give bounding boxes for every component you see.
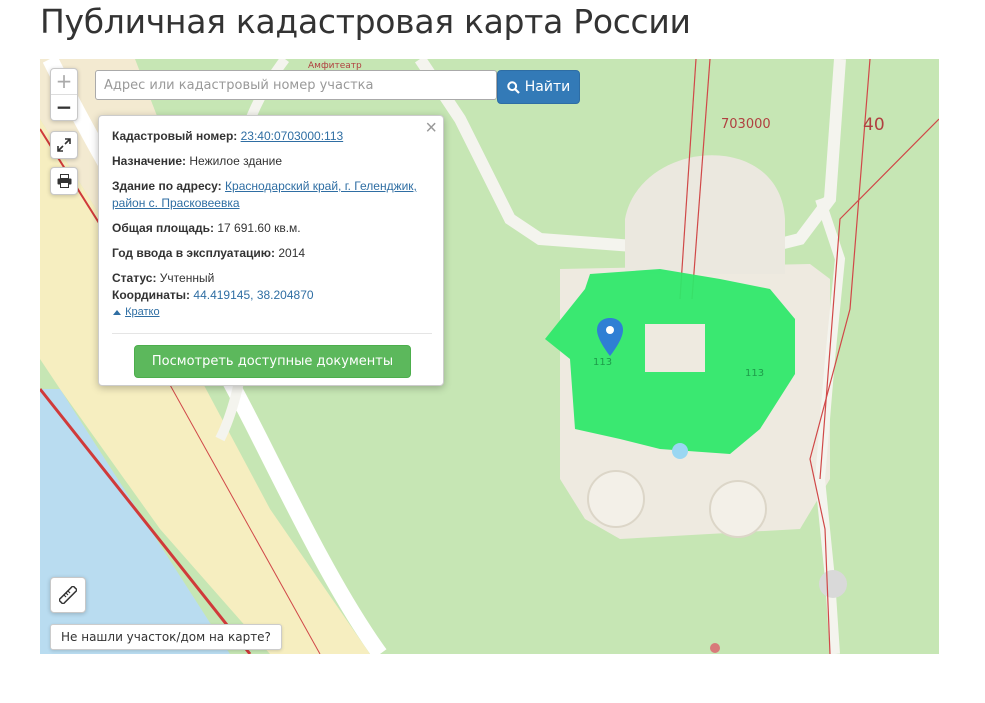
search-button[interactable]: Найти — [497, 70, 580, 104]
search-button-label: Найти — [524, 79, 571, 95]
map-label-113-a: 113 — [593, 357, 612, 368]
coords-lat: 44.419145 — [193, 288, 251, 302]
year-row: Год ввода в эксплуатацию: 2014 — [112, 245, 434, 262]
ruler-icon — [59, 586, 77, 604]
roundabout — [819, 570, 847, 598]
coords-label: Координаты: — [112, 288, 191, 302]
page-title: Публичная кадастровая карта России — [40, 2, 691, 41]
purpose-row: Назначение: Нежилое здание — [112, 153, 434, 170]
map-label-block: 703000 — [721, 117, 771, 132]
cadastral-map[interactable]: 113 113 703000 40 Амфитеатр + − Найти — [40, 59, 939, 654]
coords-row: Координаты: 44.419145, 38.204870 — [112, 287, 434, 304]
map-label-parcel-40: 40 — [863, 115, 885, 135]
area-label: Общая площадь: — [112, 221, 215, 235]
fullscreen-button[interactable] — [50, 131, 78, 159]
address-label: Здание по адресу: — [112, 179, 222, 193]
printer-icon — [57, 174, 71, 188]
status-row: Статус: Учтенный — [112, 270, 434, 287]
zoom-out-button[interactable]: − — [51, 95, 77, 120]
area-row: Общая площадь: 17 691.60 кв.м. — [112, 220, 434, 237]
info-popup: × Кадастровый номер: 23:40:0703000:113 Н… — [98, 115, 444, 386]
zoom-control: + − — [50, 68, 78, 121]
cadastral-row: Кадастровый номер: 23:40:0703000:113 — [112, 128, 434, 145]
poi-marker — [710, 643, 720, 653]
address-row: Здание по адресу: Краснодарский край, г.… — [112, 178, 434, 212]
status-value: Учтенный — [159, 271, 215, 285]
cadastral-number-link[interactable]: 23:40:0703000:113 — [241, 129, 344, 143]
cadastral-label: Кадастровый номер: — [112, 129, 238, 143]
ruler-button[interactable] — [50, 577, 86, 613]
print-button[interactable] — [50, 167, 78, 195]
purpose-value: Нежилое здание — [189, 154, 283, 168]
search-input[interactable] — [95, 70, 497, 100]
popup-divider — [112, 333, 432, 334]
brief-toggle[interactable]: Кратко — [112, 304, 434, 321]
plaza-circle-a — [587, 470, 645, 528]
brief-toggle-label: Кратко — [125, 306, 160, 318]
zoom-in-button[interactable]: + — [51, 69, 77, 95]
year-label: Год ввода в эксплуатацию: — [112, 246, 276, 260]
view-documents-button[interactable]: Посмотреть доступные документы — [134, 345, 411, 378]
location-pin-icon[interactable] — [597, 318, 623, 358]
fountain-icon — [672, 443, 688, 459]
caret-up-icon — [113, 310, 121, 316]
year-value: 2014 — [278, 246, 306, 260]
address-link-line2[interactable]: район с. Прасковеевка — [112, 196, 240, 210]
status-label: Статус: — [112, 271, 157, 285]
address-link[interactable]: Краснодарский край, г. Геленджик, — [225, 179, 417, 193]
coords-separator: , — [250, 288, 254, 302]
map-label-113-b: 113 — [745, 368, 764, 379]
building-courtyard — [645, 324, 705, 372]
purpose-label: Назначение: — [112, 154, 187, 168]
plaza-circle-b — [709, 480, 767, 538]
coords-lon: 38.204870 — [256, 288, 314, 302]
not-found-link[interactable]: Не нашли участок/дом на карте? — [50, 624, 282, 650]
area-value: 17 691.60 кв.м. — [217, 221, 301, 235]
search-icon — [507, 80, 520, 94]
expand-icon — [57, 138, 71, 152]
